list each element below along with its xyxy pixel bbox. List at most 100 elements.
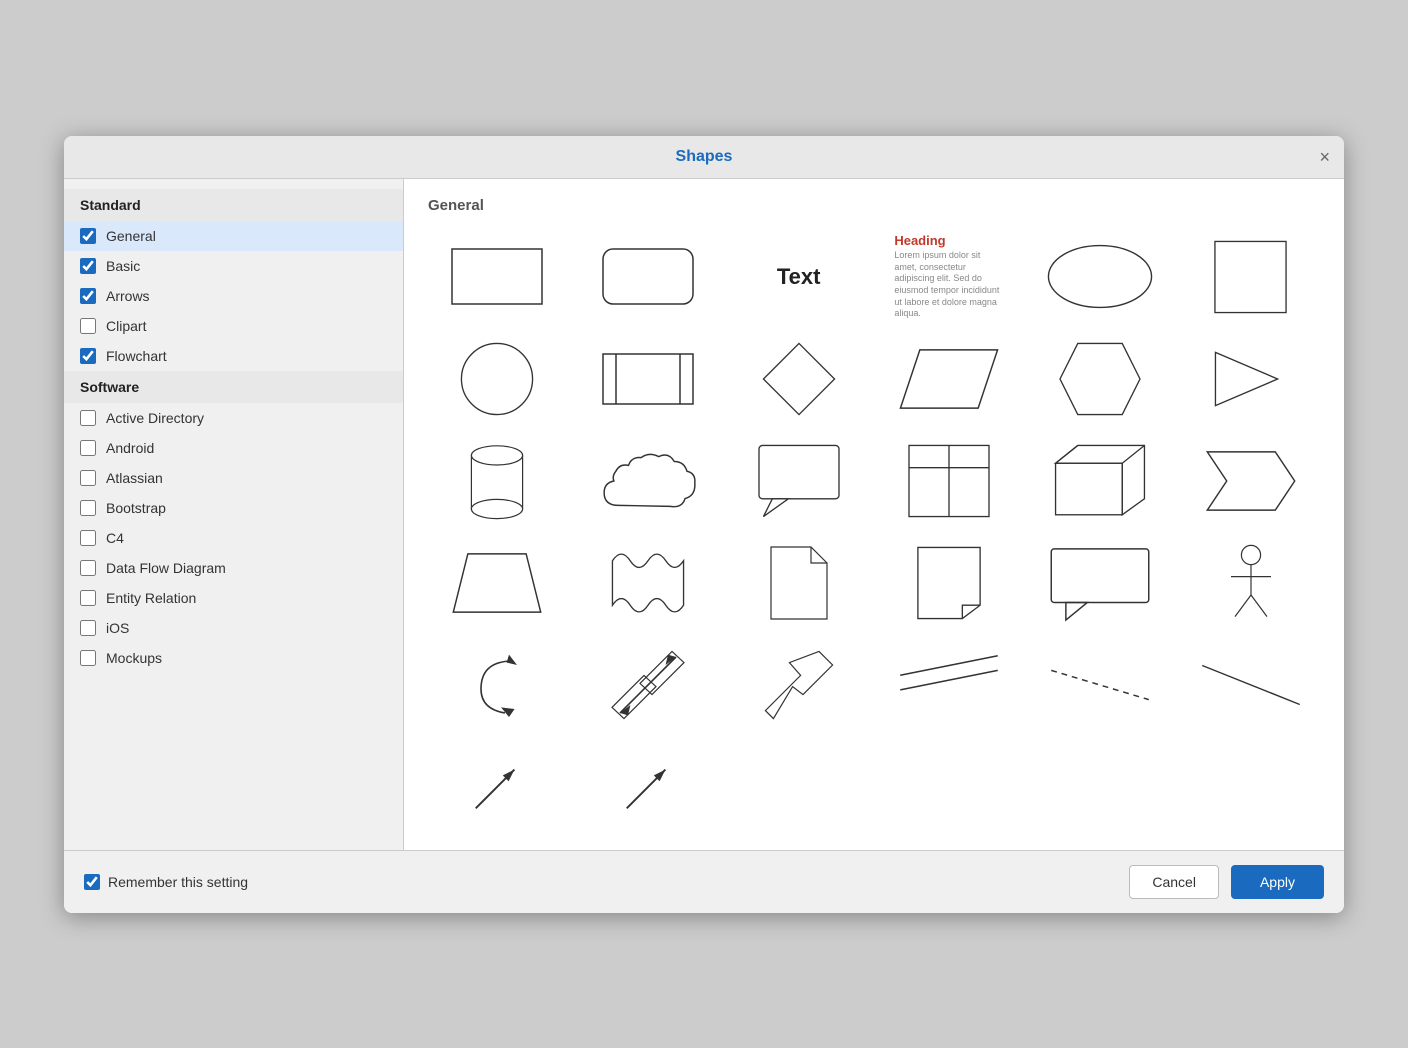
cancel-button[interactable]: Cancel: [1129, 865, 1219, 899]
section-title: General: [428, 197, 1320, 214]
arrows-label: Arrows: [106, 288, 150, 304]
shape-double-arrow: [579, 640, 718, 730]
shape-person: [1181, 538, 1320, 628]
shape-cloud: [579, 436, 718, 526]
bootstrap-label: Bootstrap: [106, 500, 166, 516]
data-flow-checkbox[interactable]: [80, 560, 96, 576]
sidebar: Standard General Basic Arrows Clipart Fl…: [64, 179, 404, 850]
shape-note: [880, 538, 1019, 628]
clipart-label: Clipart: [106, 318, 146, 334]
sidebar-item-ios[interactable]: iOS: [64, 613, 403, 643]
bootstrap-checkbox[interactable]: [80, 500, 96, 516]
ios-label: iOS: [106, 620, 129, 636]
data-flow-label: Data Flow Diagram: [106, 560, 226, 576]
shape-parallelogram: [880, 334, 1019, 424]
sidebar-item-flowchart[interactable]: Flowchart: [64, 341, 403, 371]
active-directory-label: Active Directory: [106, 410, 204, 426]
square-svg: [1208, 237, 1293, 317]
android-checkbox[interactable]: [80, 440, 96, 456]
entity-relation-checkbox[interactable]: [80, 590, 96, 606]
document-svg: [760, 543, 838, 623]
remember-setting-label[interactable]: Remember this setting: [84, 874, 248, 890]
double-line-svg: [895, 646, 1003, 724]
shape-document: [729, 538, 868, 628]
remember-text: Remember this setting: [108, 874, 248, 890]
android-label: Android: [106, 440, 154, 456]
shape-rectangle: [428, 232, 567, 322]
dashed-line-svg: [1046, 646, 1154, 724]
apply-button[interactable]: Apply: [1231, 865, 1324, 899]
dialog-body: Standard General Basic Arrows Clipart Fl…: [64, 179, 1344, 850]
parallelogram-svg: [895, 345, 1003, 413]
shape-trapezoid: [428, 538, 567, 628]
heading-body: Lorem ipsum dolor sit amet, consectetur …: [894, 250, 1004, 320]
shape-curve-arrow: [428, 640, 567, 730]
atlassian-checkbox[interactable]: [80, 470, 96, 486]
rounded-rect-svg: [598, 244, 698, 309]
sidebar-item-active-directory[interactable]: Active Directory: [64, 403, 403, 433]
heading-shape: Heading Lorem ipsum dolor sit amet, cons…: [894, 233, 1004, 320]
shape-circle: [428, 334, 567, 424]
shape-wave: [579, 538, 718, 628]
circle-svg: [453, 339, 541, 419]
curve-arrow-svg: [458, 645, 536, 725]
c4-label: C4: [106, 530, 124, 546]
shape-double-line: [880, 640, 1019, 730]
close-button[interactable]: ×: [1319, 148, 1330, 166]
cylinder-svg: [458, 441, 536, 521]
content-area: General Text: [404, 179, 1344, 850]
sidebar-item-c4[interactable]: C4: [64, 523, 403, 553]
ellipse-svg: [1040, 239, 1160, 314]
c4-checkbox[interactable]: [80, 530, 96, 546]
sidebar-item-entity-relation[interactable]: Entity Relation: [64, 583, 403, 613]
note-svg: [910, 543, 988, 623]
shape-speech-bubble: [729, 436, 868, 526]
remember-checkbox[interactable]: [84, 874, 100, 890]
clipart-checkbox[interactable]: [80, 318, 96, 334]
single-line-svg: [1197, 646, 1305, 724]
sidebar-item-bootstrap[interactable]: Bootstrap: [64, 493, 403, 523]
small-arrow-1-svg: [468, 758, 526, 816]
sidebar-item-mockups[interactable]: Mockups: [64, 643, 403, 673]
diamond-svg: [755, 339, 843, 419]
sidebar-item-data-flow[interactable]: Data Flow Diagram: [64, 553, 403, 583]
sidebar-item-general[interactable]: General: [64, 221, 403, 251]
shape-arrow-small-1: [428, 742, 567, 832]
general-checkbox[interactable]: [80, 228, 96, 244]
shape-hexagon: [1031, 334, 1170, 424]
shape-chevron: [1181, 436, 1320, 526]
ios-checkbox[interactable]: [80, 620, 96, 636]
text-label: Text: [777, 264, 821, 290]
shape-single-line: [1181, 640, 1320, 730]
basic-checkbox[interactable]: [80, 258, 96, 274]
mockups-label: Mockups: [106, 650, 162, 666]
arrows-checkbox[interactable]: [80, 288, 96, 304]
shape-comment: [1031, 538, 1170, 628]
sidebar-item-atlassian[interactable]: Atlassian: [64, 463, 403, 493]
shapes-grid: Text Heading Lorem ipsum dolor sit amet,…: [428, 232, 1320, 832]
double-arrow-svg: [599, 645, 697, 725]
software-section-header: Software: [64, 371, 403, 403]
general-label: General: [106, 228, 156, 244]
heading-title: Heading: [894, 233, 1004, 248]
shape-dashed-line: [1031, 640, 1170, 730]
sidebar-item-basic[interactable]: Basic: [64, 251, 403, 281]
shape-table: [880, 436, 1019, 526]
shape-arrow-right: [1181, 334, 1320, 424]
mockups-checkbox[interactable]: [80, 650, 96, 666]
wave-svg: [599, 543, 697, 623]
process-svg: [598, 349, 698, 409]
sidebar-item-android[interactable]: Android: [64, 433, 403, 463]
speech-bubble-svg: [750, 441, 848, 521]
flowchart-checkbox[interactable]: [80, 348, 96, 364]
sidebar-item-clipart[interactable]: Clipart: [64, 311, 403, 341]
shape-arrow-small-2: [579, 742, 718, 832]
chevron-svg: [1202, 447, 1300, 515]
sidebar-item-arrows[interactable]: Arrows: [64, 281, 403, 311]
trapezoid-svg: [448, 549, 546, 617]
dialog-footer: Remember this setting Cancel Apply: [64, 850, 1344, 913]
active-directory-checkbox[interactable]: [80, 410, 96, 426]
shape-3d-box: [1031, 436, 1170, 526]
dialog-title: Shapes: [676, 148, 733, 166]
basic-label: Basic: [106, 258, 140, 274]
